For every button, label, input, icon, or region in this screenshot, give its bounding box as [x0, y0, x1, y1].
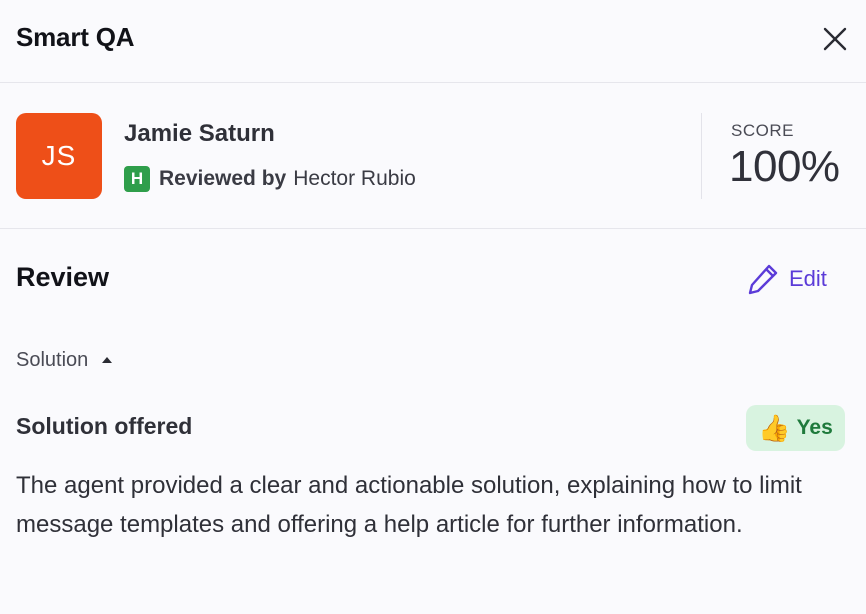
panel-title: Smart QA — [16, 22, 135, 52]
criterion-title: Solution offered — [16, 413, 193, 439]
score-label: SCORE — [731, 121, 794, 140]
close-icon[interactable] — [820, 24, 850, 54]
agent-name: Jamie Saturn — [124, 120, 275, 147]
section-toggle-solution[interactable]: Solution — [16, 347, 113, 373]
score-value: 100% — [729, 142, 840, 191]
agent-summary: JS Jamie Saturn H Reviewed by Hector Rub… — [0, 83, 866, 229]
reviewed-by-line: H Reviewed by Hector Rubio — [124, 166, 416, 192]
result-label: Yes — [796, 416, 833, 439]
edit-label: Edit — [789, 266, 827, 291]
reviewed-by-label: Reviewed by — [159, 167, 287, 190]
pencil-icon — [748, 264, 778, 295]
avatar: JS — [16, 113, 102, 199]
edit-button[interactable]: Edit — [746, 262, 827, 296]
panel-header: Smart QA — [0, 0, 866, 83]
reviewer-badge: H — [124, 166, 150, 192]
vertical-divider — [701, 113, 702, 199]
criterion-explanation: The agent provided a clear and actionabl… — [16, 472, 802, 538]
thumbs-up-icon: 👍 — [758, 413, 791, 443]
section-label: Solution — [16, 348, 89, 371]
reviewer-name: Hector Rubio — [293, 167, 416, 190]
review-heading: Review — [16, 262, 110, 292]
result-badge: 👍 Yes — [746, 405, 845, 451]
caret-up-icon — [102, 357, 113, 363]
